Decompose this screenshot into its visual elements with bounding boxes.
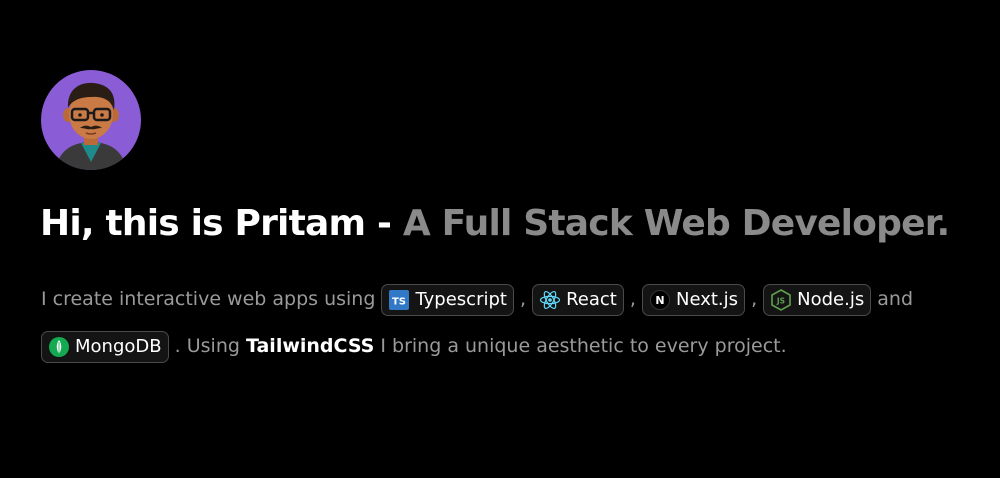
intro-suffix: I bring a unique aesthetic to every proj… bbox=[374, 335, 787, 357]
separator: , bbox=[623, 288, 642, 310]
intro-using: . Using bbox=[168, 335, 246, 357]
svg-text:N: N bbox=[655, 294, 664, 307]
svg-text:TS: TS bbox=[392, 296, 406, 307]
intro-line-1: I create interactive web apps using TS T… bbox=[41, 276, 971, 323]
nextjs-icon: N bbox=[649, 289, 671, 311]
tech-label-typescript: Typescript bbox=[415, 289, 507, 310]
tech-chip-nextjs[interactable]: N Next.js bbox=[641, 283, 746, 316]
tech-chip-mongodb[interactable]: MongoDB bbox=[41, 330, 169, 363]
nodejs-icon: JS bbox=[770, 288, 792, 311]
intro-and: and bbox=[871, 288, 914, 310]
intro-line-2: MongoDB . Using TailwindCSS I bring a un… bbox=[41, 323, 971, 370]
separator: , bbox=[745, 288, 764, 310]
tech-label-nextjs: Next.js bbox=[675, 289, 739, 310]
tech-chip-nodejs[interactable]: JS Node.js bbox=[763, 283, 872, 316]
tailwind-highlight: TailwindCSS bbox=[245, 335, 375, 357]
tech-chip-typescript[interactable]: TS Typescript bbox=[381, 283, 514, 316]
intro-paragraph: I create interactive web apps using TS T… bbox=[41, 276, 971, 370]
svg-text:JS: JS bbox=[776, 296, 785, 305]
avatar-illustration bbox=[55, 82, 127, 170]
mongodb-icon bbox=[48, 336, 70, 358]
intro-prefix: I create interactive web apps using bbox=[41, 288, 382, 310]
tech-chip-react[interactable]: React bbox=[532, 283, 624, 316]
headline-name: Hi, this is Pritam - bbox=[40, 203, 403, 244]
tech-label-nodejs: Node.js bbox=[797, 289, 865, 310]
tech-label-react: React bbox=[566, 289, 617, 310]
tech-label-mongodb: MongoDB bbox=[75, 336, 162, 357]
avatar bbox=[41, 70, 141, 170]
page-title: Hi, this is Pritam - A Full Stack Web De… bbox=[40, 196, 950, 252]
headline-role: A Full Stack Web Developer. bbox=[402, 203, 950, 244]
typescript-icon: TS bbox=[388, 289, 410, 311]
react-icon bbox=[539, 289, 561, 311]
separator: , bbox=[513, 288, 533, 310]
